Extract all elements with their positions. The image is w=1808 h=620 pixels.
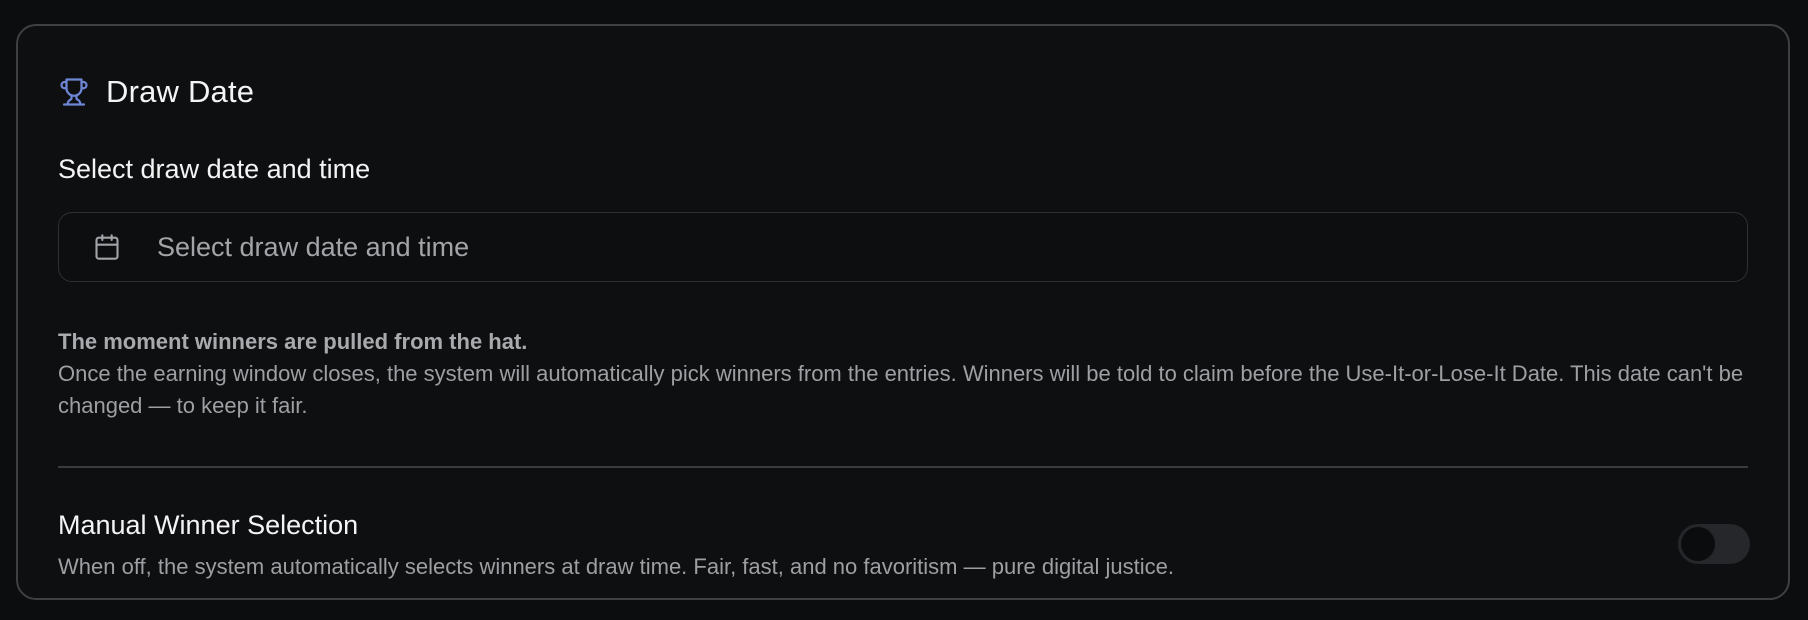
section-title: Draw Date <box>106 74 255 109</box>
toggle-knob <box>1681 527 1715 561</box>
section-divider <box>58 466 1748 468</box>
calendar-icon <box>93 233 121 261</box>
draw-date-label: Select draw date and time <box>58 154 371 184</box>
card-header: Draw Date <box>58 74 254 110</box>
manual-selection-title: Manual Winner Selection <box>58 510 359 540</box>
help-title: The moment winners are pulled from the h… <box>58 329 528 354</box>
trophy-icon <box>58 76 90 108</box>
draw-date-picker[interactable]: Select draw date and time <box>58 212 1748 282</box>
manual-selection-description: When off, the system automatically selec… <box>58 554 1174 579</box>
draw-date-card: Draw Date Select draw date and time Sele… <box>16 24 1790 600</box>
draw-date-placeholder: Select draw date and time <box>157 231 470 262</box>
manual-selection-toggle[interactable] <box>1678 524 1750 564</box>
draw-date-help: The moment winners are pulled from the h… <box>58 326 1748 422</box>
help-text: Once the earning window closes, the syst… <box>58 361 1744 418</box>
